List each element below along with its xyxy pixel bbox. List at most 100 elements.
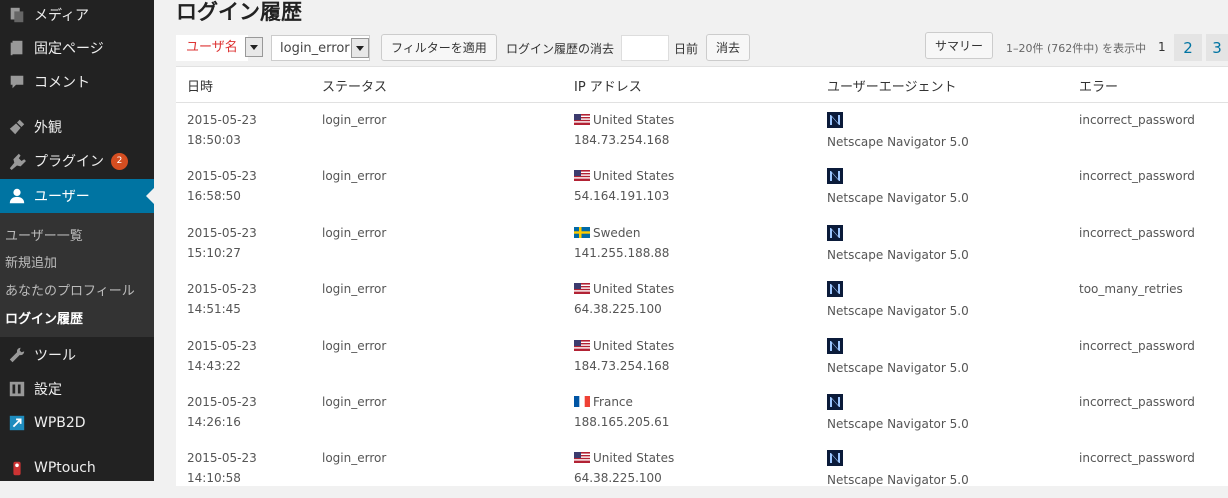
- table-row: 2015-05-23 14:51:45 login_error United Stat…: [176, 273, 1228, 329]
- cell-status: login_error: [322, 113, 387, 127]
- table-row: 2015-05-23 16:58:50 login_error United Stat…: [176, 160, 1228, 216]
- menu-item-plugins[interactable]: プラグイン 2: [0, 144, 154, 178]
- filter-field-select[interactable]: ユーザ名: [176, 35, 263, 61]
- cell-time: 14:43:22: [187, 358, 241, 373]
- column-header-error[interactable]: エラー: [1079, 76, 1118, 95]
- cell-ip-address[interactable]: 184.73.254.168: [574, 130, 674, 150]
- submenu-item-login-history[interactable]: ログイン履歴: [5, 308, 83, 327]
- menu-item-comments[interactable]: コメント: [0, 65, 154, 99]
- menu-item-appearance[interactable]: 外観: [0, 110, 154, 144]
- cell-agent-name: Netscape Navigator 5.0: [827, 135, 969, 149]
- menu-item-label: ユーザー: [34, 189, 90, 205]
- filter-toolbar: ユーザ名 login_error フィルターを適用 ログイン履歴の消去 日前 消…: [176, 32, 1228, 62]
- column-header-date[interactable]: 日時: [187, 76, 213, 95]
- page-link-3[interactable]: 3: [1206, 34, 1228, 61]
- menu-item-tools[interactable]: ツール: [0, 338, 154, 372]
- menu-item-label: 外観: [34, 120, 62, 136]
- plugin-icon: [0, 152, 34, 170]
- settings-icon: [0, 380, 34, 398]
- cell-status: login_error: [322, 169, 387, 184]
- cell-datetime: 2015-05-23 15:10:27: [187, 223, 257, 263]
- cell-error: incorrect_password: [1079, 338, 1195, 353]
- cell-agent-name: Netscape Navigator 5.0: [827, 360, 969, 375]
- cell-status: login_error: [322, 282, 387, 297]
- admin-sidebar: メディア 固定ページ コメント 外観 プラグイン 2 ユーザー ユーザー一覧 新…: [0, 0, 154, 481]
- cell-error: incorrect_password: [1079, 395, 1195, 409]
- menu-item-label: WPB2D: [34, 415, 86, 431]
- chevron-down-icon[interactable]: [351, 38, 369, 58]
- cell-time: 14:51:45: [187, 302, 241, 317]
- purge-days-input[interactable]: [621, 35, 669, 61]
- menu-item-wpb2d[interactable]: WPB2D: [0, 406, 154, 440]
- cell-agent-name: Netscape Navigator 5.0: [827, 191, 969, 206]
- column-header-user-agent[interactable]: ユーザーエージェント: [827, 76, 956, 95]
- cell-ip-address[interactable]: 141.255.188.88: [574, 243, 669, 263]
- se-flag-icon: [574, 226, 593, 240]
- cell-ip-address[interactable]: 184.73.254.168: [574, 356, 674, 376]
- cell-country: United States: [593, 113, 675, 127]
- summary-button[interactable]: サマリー: [925, 32, 994, 59]
- us-flag-icon: [574, 339, 593, 353]
- users-submenu: ユーザー一覧 新規追加 あなたのプロフィール ログイン履歴: [0, 213, 154, 337]
- cell-status: login_error: [322, 451, 387, 466]
- us-flag-icon: [574, 169, 593, 183]
- cell-datetime: 2015-05-23 16:58:50: [187, 166, 257, 206]
- wpb2d-icon: [0, 414, 34, 432]
- filter-status-value: login_error: [280, 40, 350, 56]
- cell-error: incorrect_password: [1079, 451, 1195, 466]
- menu-item-label: メディア: [34, 8, 90, 24]
- displaying-count: 1–20件 (762件中) を表示中: [1006, 42, 1147, 55]
- purge-button[interactable]: 消去: [706, 34, 751, 61]
- cell-ip-address[interactable]: 64.38.225.100: [574, 468, 674, 488]
- page-link-2[interactable]: 2: [1174, 34, 1202, 61]
- cell-datetime: 2015-05-23 14:51:45: [187, 279, 257, 319]
- cell-user-agent: Netscape Navigator 5.0: [827, 112, 969, 152]
- table-row: 2015-05-23 14:43:22 login_error United Stat…: [176, 330, 1228, 386]
- cell-ip-address[interactable]: 64.38.225.100: [574, 299, 674, 319]
- cell-ip-address[interactable]: 54.164.191.103: [574, 186, 674, 206]
- cell-time: 15:10:27: [187, 245, 241, 260]
- cell-ip: United States 64.38.225.100: [574, 448, 674, 488]
- cell-error: incorrect_password: [1079, 225, 1195, 240]
- active-menu-arrow: [146, 188, 154, 204]
- current-page-number: 1: [1158, 40, 1166, 54]
- media-icon: [0, 6, 34, 24]
- menu-item-users[interactable]: ユーザー: [0, 179, 154, 213]
- column-header-status[interactable]: ステータス: [322, 76, 387, 95]
- cell-date: 2015-05-23: [187, 113, 257, 127]
- column-header-ip[interactable]: IP アドレス: [574, 76, 642, 95]
- cell-agent-name: Netscape Navigator 5.0: [827, 304, 969, 319]
- cell-datetime: 2015-05-23 14:26:16: [187, 392, 257, 432]
- cell-time: 18:50:03: [187, 133, 241, 147]
- submenu-item-add-new[interactable]: 新規追加: [5, 252, 57, 271]
- menu-item-wptouch[interactable]: WPtouch: [0, 451, 154, 485]
- menu-item-media[interactable]: メディア: [0, 0, 154, 32]
- wptouch-icon: [0, 459, 34, 477]
- chevron-down-icon[interactable]: [245, 37, 263, 57]
- submenu-item-your-profile[interactable]: あなたのプロフィール: [5, 280, 135, 299]
- netscape-icon: [827, 337, 969, 354]
- menu-item-label: ツール: [34, 348, 76, 364]
- netscape-icon: [827, 112, 969, 128]
- cell-user-agent: Netscape Navigator 5.0: [827, 168, 969, 208]
- cell-status: login_error: [322, 338, 387, 353]
- filter-status-select[interactable]: login_error: [271, 35, 370, 61]
- cell-country: United States: [593, 169, 675, 184]
- netscape-icon: [827, 224, 969, 241]
- table-row: 2015-05-23 14:26:16 login_error France 188.1…: [176, 386, 1228, 442]
- apply-filter-button[interactable]: フィルターを適用: [381, 34, 497, 61]
- netscape-icon: [827, 168, 969, 185]
- cell-time: 16:58:50: [187, 189, 241, 204]
- comment-icon: [0, 73, 34, 91]
- menu-item-settings[interactable]: 設定: [0, 372, 154, 406]
- cell-country: United States: [593, 282, 675, 297]
- us-flag-icon: [574, 282, 593, 296]
- submenu-item-all-users[interactable]: ユーザー一覧: [5, 225, 83, 244]
- plugin-update-count-badge: 2: [111, 152, 128, 170]
- cell-country: France: [593, 395, 633, 409]
- cell-ip-address[interactable]: 188.165.205.61: [574, 412, 669, 432]
- cell-date: 2015-05-23: [187, 338, 257, 353]
- days-suffix-label: 日前: [674, 42, 699, 56]
- fr-flag-icon: [574, 395, 593, 409]
- menu-item-pages[interactable]: 固定ページ: [0, 31, 154, 65]
